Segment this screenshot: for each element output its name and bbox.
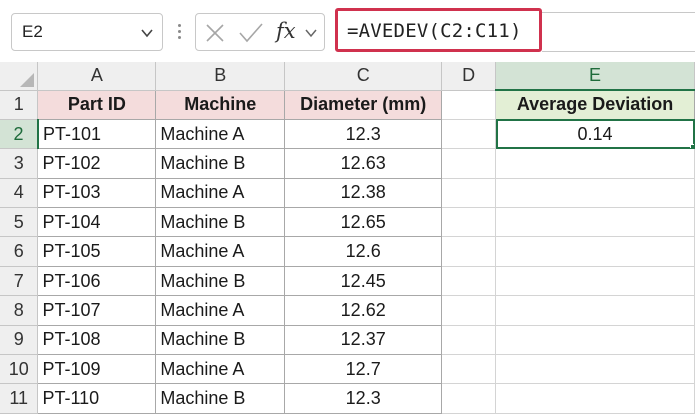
cancel-icon[interactable] [204, 22, 226, 44]
select-all-corner[interactable] [0, 62, 39, 91]
table-cell[interactable]: Machine B [155, 324, 286, 356]
table-cell[interactable]: 12.45 [284, 265, 443, 297]
column-header-c[interactable]: C [284, 62, 443, 91]
row-header-4[interactable]: 4 [0, 178, 39, 209]
table-cell[interactable]: 12.65 [284, 207, 443, 238]
table-cell[interactable]: 12.6 [284, 236, 443, 267]
cell-d11[interactable] [441, 383, 497, 414]
table-cell[interactable]: 12.38 [284, 177, 443, 209]
table-cell[interactable]: Machine B [155, 265, 286, 297]
row-header-6[interactable]: 6 [0, 236, 39, 267]
cell-d3[interactable] [441, 148, 497, 179]
table-cell[interactable]: Machine B [155, 383, 286, 414]
table-cell[interactable]: Machine A [155, 118, 286, 150]
row-header-8[interactable]: 8 [0, 295, 39, 326]
header-cell-machine[interactable]: Machine [155, 89, 286, 120]
table-cell[interactable]: 12.37 [284, 324, 443, 356]
table-cell[interactable]: PT-110 [37, 383, 157, 414]
column-header-e[interactable]: E [495, 62, 695, 91]
formula-controls: fx [195, 13, 325, 51]
table-cell[interactable]: PT-109 [37, 354, 157, 385]
table-cell[interactable]: Machine A [155, 177, 286, 209]
table-cell[interactable]: PT-103 [37, 177, 157, 209]
table-cell[interactable]: Machine A [155, 236, 286, 267]
name-box[interactable]: E2 [11, 13, 163, 51]
column-header-d[interactable]: D [441, 62, 497, 91]
cell-d5[interactable] [441, 207, 497, 238]
table-cell[interactable]: PT-104 [37, 207, 157, 238]
header-cell-part-id[interactable]: Part ID [37, 89, 157, 120]
table-cell[interactable]: 12.62 [284, 295, 443, 326]
row-header-5[interactable]: 5 [0, 207, 39, 238]
table-cell[interactable]: 12.3 [284, 118, 443, 150]
cell-d9[interactable] [441, 325, 497, 356]
cell-e4[interactable] [495, 178, 695, 209]
fill-handle[interactable] [690, 144, 694, 148]
cell-d2[interactable] [441, 119, 497, 150]
cell-d10[interactable] [441, 354, 497, 385]
insert-function-button[interactable]: fx [276, 19, 296, 43]
table-cell[interactable]: Machine A [155, 354, 286, 385]
table-cell[interactable]: Machine B [155, 207, 286, 238]
row-header-10[interactable]: 10 [0, 354, 39, 385]
table-cell[interactable]: 12.63 [284, 148, 443, 179]
cell-d8[interactable] [441, 295, 497, 326]
chevron-down-icon[interactable] [140, 26, 154, 40]
table-cell[interactable]: PT-107 [37, 295, 157, 326]
row-header-11[interactable]: 11 [0, 383, 39, 414]
cell-d4[interactable] [441, 178, 497, 209]
cell-e9[interactable] [495, 325, 695, 356]
table-cell[interactable]: 12.3 [284, 383, 443, 414]
row-header-1[interactable]: 1 [0, 90, 39, 120]
active-cell-e2[interactable]: 0.14 [495, 119, 695, 150]
chevron-down-icon[interactable] [304, 26, 318, 40]
header-cell-average-deviation[interactable]: Average Deviation [495, 89, 695, 120]
row-header-3[interactable]: 3 [0, 148, 39, 179]
column-header-b[interactable]: B [155, 62, 286, 91]
cell-e7[interactable] [495, 266, 695, 297]
row-header-9[interactable]: 9 [0, 325, 39, 356]
cell-e11[interactable] [495, 383, 695, 414]
cell-d7[interactable] [441, 266, 497, 297]
cell-e10[interactable] [495, 354, 695, 385]
cell-e8[interactable] [495, 295, 695, 326]
column-header-a[interactable]: A [37, 62, 157, 91]
table-cell[interactable]: 12.7 [284, 354, 443, 385]
table-cell[interactable]: PT-101 [37, 118, 157, 150]
table-cell[interactable]: PT-108 [37, 324, 157, 356]
row-header-7[interactable]: 7 [0, 266, 39, 297]
table-cell[interactable]: PT-102 [37, 148, 157, 179]
result-value: 0.14 [577, 123, 613, 144]
name-box-value: E2 [22, 22, 43, 41]
formula-input[interactable]: =AVEDEV(C2:C11) [335, 8, 542, 52]
row-header-2[interactable]: 2 [0, 119, 39, 150]
table-cell[interactable]: Machine B [155, 148, 286, 179]
cell-e6[interactable] [495, 236, 695, 267]
cell-e5[interactable] [495, 207, 695, 238]
formula-input-area[interactable] [542, 12, 695, 52]
header-cell-diameter[interactable]: Diameter (mm) [284, 89, 443, 120]
cell-d1[interactable] [441, 90, 497, 120]
enter-check-icon[interactable] [238, 22, 264, 44]
table-cell[interactable]: PT-106 [37, 265, 157, 297]
cell-e3[interactable] [495, 148, 695, 179]
formula-bar: E2 fx =AVEDEV(C2:C11) [0, 0, 695, 64]
table-cell[interactable]: PT-105 [37, 236, 157, 267]
cell-d6[interactable] [441, 236, 497, 267]
formula-text: =AVEDEV(C2:C11) [347, 20, 522, 42]
table-cell[interactable]: Machine A [155, 295, 286, 326]
spreadsheet-grid: A B C D E 1 Part ID Machine Diameter (mm… [0, 62, 695, 414]
resize-handle-icon[interactable] [172, 20, 188, 44]
